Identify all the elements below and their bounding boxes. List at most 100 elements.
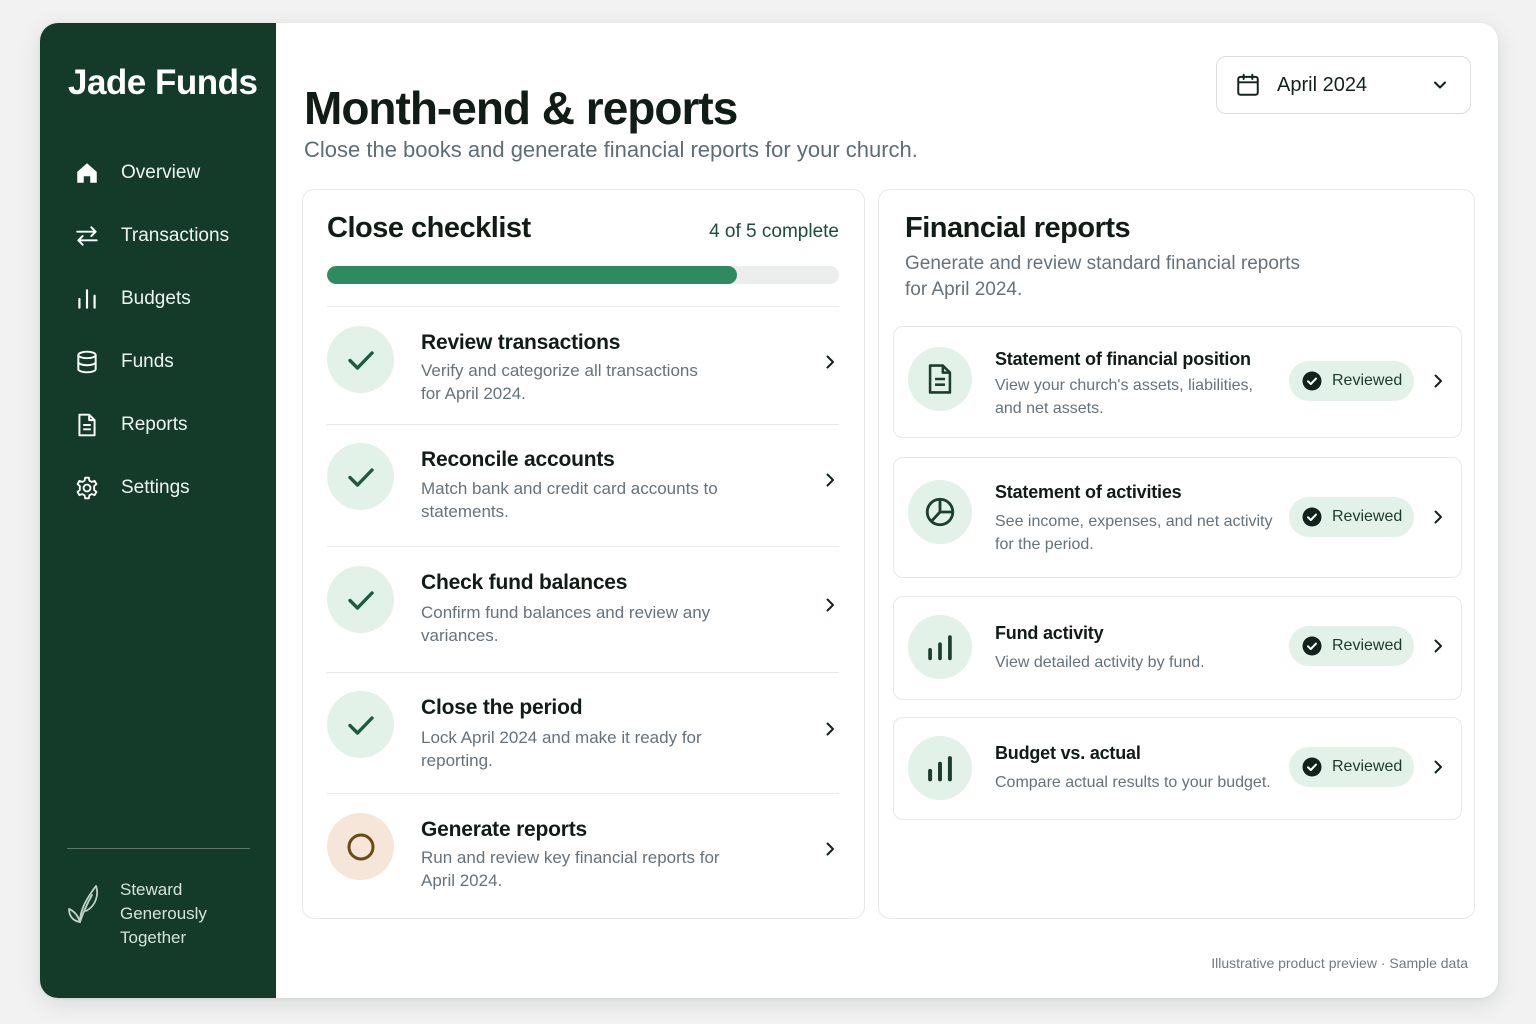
checklist-item-close-the-period[interactable]: Close the period Lock April 2024 and mak… <box>327 672 839 793</box>
report-item-desc: View your church's assets, liabilities, … <box>995 377 1253 417</box>
chevron-right-icon <box>826 355 834 369</box>
tagline-text: Steward Generously Together <box>120 880 207 947</box>
transfer-arrows-icon <box>74 223 100 249</box>
chevron-right-icon <box>1434 510 1442 524</box>
report-item-activities[interactable]: Statement of activities See income, expe… <box>893 457 1462 578</box>
checklist-item-desc: Confirm fund balances and review any var… <box>421 603 711 645</box>
checklist-item-title: Close the period <box>421 696 583 719</box>
sidebar-item-label: Reports <box>121 413 188 435</box>
status-badge: Reviewed <box>1289 361 1414 401</box>
checklist-list: Review transactions Verify and categoriz… <box>327 306 839 911</box>
chevron-right-icon <box>826 722 834 736</box>
report-item-title: Fund activity <box>995 623 1104 643</box>
report-item-title: Statement of activities <box>995 482 1182 502</box>
sidebar-item-label: Budgets <box>121 287 191 309</box>
check-icon <box>327 691 394 758</box>
period-select-value: April 2024 <box>1277 73 1368 96</box>
sidebar-item-reports[interactable]: Reports <box>40 393 276 456</box>
checklist-item-desc: Match bank and credit card accounts to s… <box>421 479 718 521</box>
checklist-item-reconcile-accounts[interactable]: Reconcile accounts Match bank and credit… <box>327 424 839 546</box>
main-content: Month-end & reports Close the books and … <box>276 23 1498 998</box>
checklist-item-check-fund-balances[interactable]: Check fund balances Confirm fund balance… <box>327 546 839 672</box>
report-item-financial-position[interactable]: Statement of financial position View you… <box>893 326 1462 438</box>
check-icon <box>327 443 394 510</box>
report-item-desc: Compare actual results to your budget. <box>995 774 1271 791</box>
status-badge: Reviewed <box>1289 626 1414 666</box>
status-badge-label: Reviewed <box>1332 508 1403 525</box>
check-icon <box>327 566 394 633</box>
report-item-desc: See income, expenses, and net activity f… <box>995 513 1273 553</box>
checklist-progress-text: 4 of 5 complete <box>709 221 839 242</box>
check-circle-icon <box>1302 507 1322 527</box>
document-icon <box>74 412 100 438</box>
checklist-item-desc: Run and review key financial reports for… <box>421 848 720 890</box>
sidebar-item-label: Settings <box>121 476 190 498</box>
checklist-item-review-transactions[interactable]: Review transactions Verify and categoriz… <box>327 306 839 424</box>
check-circle-icon <box>1302 757 1322 777</box>
checklist-title: Close checklist <box>327 212 531 244</box>
checklist-progress-fill <box>327 266 737 284</box>
report-item-title: Budget vs. actual <box>995 743 1141 763</box>
page-subtitle: Close the books and generate financial r… <box>304 137 918 162</box>
checklist-item-desc: Lock April 2024 and make it ready for re… <box>421 728 702 770</box>
chevron-right-icon <box>826 598 834 612</box>
checklist-item-title: Generate reports <box>421 818 588 841</box>
report-item-budget-vs-actual[interactable]: Budget vs. actual Compare actual results… <box>893 717 1462 820</box>
pie-chart-icon <box>908 480 972 544</box>
sidebar-item-settings[interactable]: Settings <box>40 456 276 519</box>
leaf-icon <box>68 885 99 923</box>
bar-chart-icon <box>74 286 100 312</box>
close-checklist-card: Close checklist 4 of 5 complete Review t… <box>302 189 865 919</box>
pending-circle-icon <box>327 813 394 880</box>
sidebar-divider <box>67 848 250 849</box>
status-badge: Reviewed <box>1289 497 1414 537</box>
chevron-right-icon <box>1434 760 1442 774</box>
sidebar-item-overview[interactable]: Overview <box>40 141 276 204</box>
checklist-item-title: Check fund balances <box>421 571 628 594</box>
check-circle-icon <box>1302 636 1322 656</box>
sidebar-item-label: Overview <box>121 161 201 183</box>
status-badge-label: Reviewed <box>1332 372 1403 389</box>
checklist-item-generate-reports[interactable]: Generate reports Run and review key fina… <box>327 793 839 911</box>
report-item-fund-activity[interactable]: Fund activity View detailed activity by … <box>893 596 1462 700</box>
status-badge-label: Reviewed <box>1332 637 1403 654</box>
chevron-right-icon <box>1434 374 1442 388</box>
calendar-icon <box>1237 73 1259 96</box>
checklist-progress-bar <box>327 266 839 284</box>
chevron-right-icon <box>826 473 834 487</box>
reports-title: Financial reports <box>905 212 1131 244</box>
sidebar-item-label: Transactions <box>121 224 230 246</box>
chevron-right-icon <box>1434 639 1442 653</box>
reports-subtitle: Generate and review standard financial r… <box>905 253 1301 300</box>
document-icon <box>908 347 972 411</box>
bar-chart-icon <box>908 615 972 679</box>
check-icon <box>327 326 394 393</box>
checklist-item-title: Review transactions <box>421 331 621 354</box>
chevron-down-icon <box>1434 81 1446 89</box>
sidebar: Jade Funds Overview Transactions Budgets <box>40 23 276 998</box>
period-select[interactable]: April 2024 <box>1216 56 1471 114</box>
home-icon <box>74 160 100 186</box>
app-window: Jade Funds Overview Transactions Budgets <box>40 23 1498 998</box>
sidebar-item-transactions[interactable]: Transactions <box>40 204 276 267</box>
sidebar-item-budgets[interactable]: Budgets <box>40 267 276 330</box>
financial-reports-card: Financial reports Generate and review st… <box>878 189 1475 919</box>
bar-chart-icon <box>908 736 972 800</box>
checklist-item-title: Reconcile accounts <box>421 448 615 471</box>
check-circle-icon <box>1302 371 1322 391</box>
sidebar-item-label: Funds <box>121 350 174 372</box>
tagline: Steward Generously Together <box>66 878 220 950</box>
footnote: Illustrative product preview · Sample da… <box>1211 955 1468 971</box>
report-item-desc: View detailed activity by fund. <box>995 654 1205 671</box>
gear-icon <box>74 475 100 501</box>
status-badge-label: Reviewed <box>1332 758 1403 775</box>
page-title: Month-end & reports <box>304 82 738 134</box>
checklist-item-desc: Verify and categorize all transactions f… <box>421 361 698 403</box>
database-icon <box>74 349 100 375</box>
brand-logo: Jade Funds <box>68 63 258 102</box>
sidebar-nav: Overview Transactions Budgets Funds Repo… <box>40 141 276 519</box>
report-item-title: Statement of financial position <box>995 349 1251 369</box>
status-badge: Reviewed <box>1289 747 1414 787</box>
chevron-right-icon <box>826 842 834 856</box>
sidebar-item-funds[interactable]: Funds <box>40 330 276 393</box>
